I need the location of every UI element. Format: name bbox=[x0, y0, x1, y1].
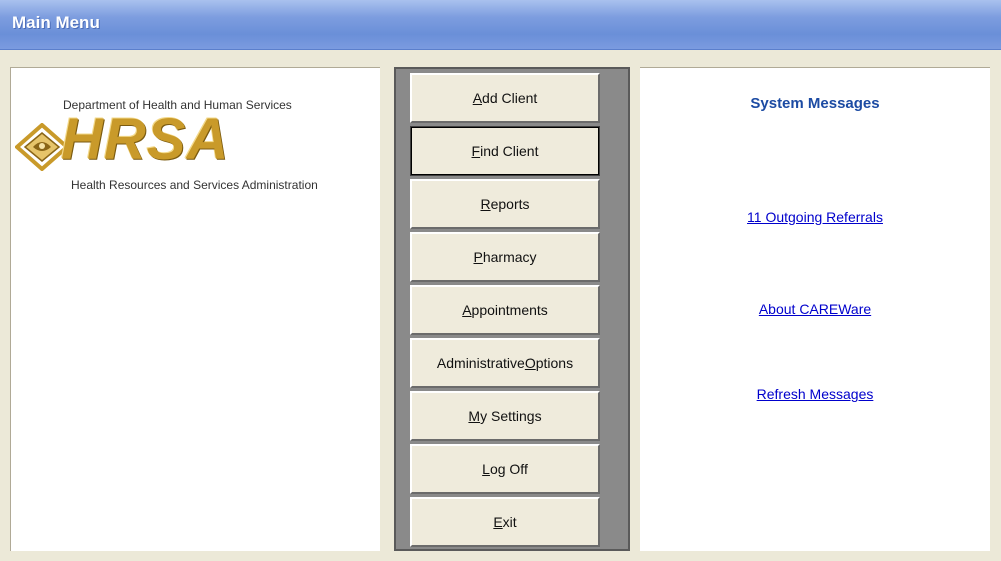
hrsa-wordmark-text: HRSA bbox=[61, 107, 230, 172]
system-messages-panel: System Messages 11 Outgoing Referrals Ab… bbox=[640, 67, 990, 551]
button-mnemonic: L bbox=[482, 461, 490, 477]
button-mnemonic: P bbox=[473, 249, 483, 265]
window-title: Main Menu bbox=[12, 13, 100, 32]
button-label-suffix: og Off bbox=[489, 461, 528, 477]
find-client-button[interactable]: Find Client bbox=[410, 126, 600, 176]
button-label-prefix: Administrative bbox=[436, 355, 525, 371]
button-label-suffix: y Settings bbox=[480, 408, 542, 424]
main-menu-window: Main Menu Department of Health and Human… bbox=[0, 0, 1001, 561]
exit-button[interactable]: Exit bbox=[410, 497, 600, 547]
main-menu-buttons: Add Client Find Client Reports Pharmacy … bbox=[394, 67, 630, 551]
pharmacy-button[interactable]: Pharmacy bbox=[410, 232, 600, 282]
button-mnemonic: M bbox=[468, 408, 481, 424]
window-bottom-edge bbox=[0, 551, 1001, 561]
logo-panel: Department of Health and Human Services … bbox=[10, 67, 380, 551]
button-label-suffix: eports bbox=[490, 196, 530, 212]
log-off-button[interactable]: Log Off bbox=[410, 444, 600, 494]
button-mnemonic: E bbox=[493, 514, 503, 530]
button-mnemonic: A bbox=[472, 90, 483, 106]
button-label-suffix: xit bbox=[502, 514, 517, 530]
hrsa-logo: Department of Health and Human Services … bbox=[11, 68, 381, 268]
outgoing-referrals-link[interactable]: 11 Outgoing Referrals bbox=[640, 209, 990, 225]
appointments-button[interactable]: Appointments bbox=[410, 285, 600, 335]
title-bar: Main Menu bbox=[0, 0, 1001, 50]
button-label-suffix: ppointments bbox=[471, 302, 548, 318]
about-careware-link[interactable]: About CAREWare bbox=[640, 301, 990, 317]
refresh-messages-link[interactable]: Refresh Messages bbox=[640, 386, 990, 402]
hrsa-wordmark: HRSA bbox=[61, 106, 229, 173]
button-mnemonic: R bbox=[480, 196, 491, 212]
window-body: Department of Health and Human Services … bbox=[0, 50, 1001, 561]
administration-label: Health Resources and Services Administra… bbox=[71, 178, 318, 192]
my-settings-button[interactable]: My Settings bbox=[410, 391, 600, 441]
button-label-suffix: ind Client bbox=[480, 143, 539, 159]
button-label-suffix: ptions bbox=[535, 355, 574, 371]
add-client-button[interactable]: Add Client bbox=[410, 73, 600, 123]
button-mnemonic: O bbox=[524, 355, 536, 371]
button-label-suffix: dd Client bbox=[482, 90, 538, 106]
administrative-options-button[interactable]: Administrative Options bbox=[410, 338, 600, 388]
button-label-suffix: harmacy bbox=[482, 249, 537, 265]
system-messages-title: System Messages bbox=[750, 95, 880, 112]
reports-button[interactable]: Reports bbox=[410, 179, 600, 229]
button-mnemonic: F bbox=[471, 143, 481, 159]
button-mnemonic: A bbox=[462, 302, 472, 318]
